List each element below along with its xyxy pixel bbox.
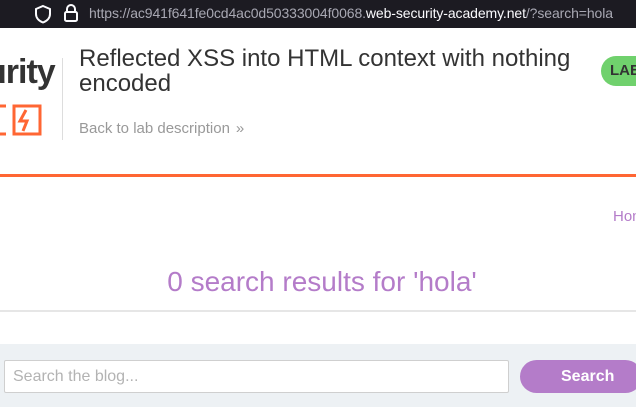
academy-logo[interactable]: urity bbox=[0, 42, 62, 142]
url-host: web-security-academy.net bbox=[365, 5, 526, 21]
logo-text: urity bbox=[0, 53, 56, 91]
back-link-label: Back to lab description bbox=[79, 120, 230, 137]
url-suffix: /?search=hola bbox=[525, 5, 613, 21]
lab-title: Reflected XSS into HTML context with not… bbox=[79, 45, 571, 97]
lock-icon[interactable] bbox=[63, 3, 79, 23]
shield-icon[interactable] bbox=[34, 4, 52, 24]
search-form: Search bbox=[0, 344, 636, 407]
header-orange-rule bbox=[0, 174, 636, 177]
back-to-lab-description-link[interactable]: Back to lab description » bbox=[79, 120, 245, 137]
url-text[interactable]: https://ac941f641fe0cd4ac0d50333004f0068… bbox=[89, 5, 613, 21]
search-input[interactable] bbox=[4, 360, 509, 393]
search-button[interactable]: Search bbox=[520, 360, 636, 393]
browser-address-bar: https://ac941f641fe0cd4ac0d50333004f0068… bbox=[0, 0, 636, 28]
header-divider bbox=[62, 58, 63, 140]
lightning-logo-icon bbox=[0, 104, 42, 136]
section-divider bbox=[0, 310, 636, 312]
url-prefix: https://ac941f641fe0cd4ac0d50333004f0068… bbox=[89, 5, 366, 21]
chevron-right-icon: » bbox=[235, 120, 245, 137]
lab-header: urity Reflected XSS into HTML context wi… bbox=[0, 28, 636, 174]
search-results-heading: 0 search results for 'hola' bbox=[167, 266, 477, 297]
lab-status-badge: LAB bbox=[601, 56, 636, 86]
home-link[interactable]: Home bbox=[613, 208, 636, 225]
